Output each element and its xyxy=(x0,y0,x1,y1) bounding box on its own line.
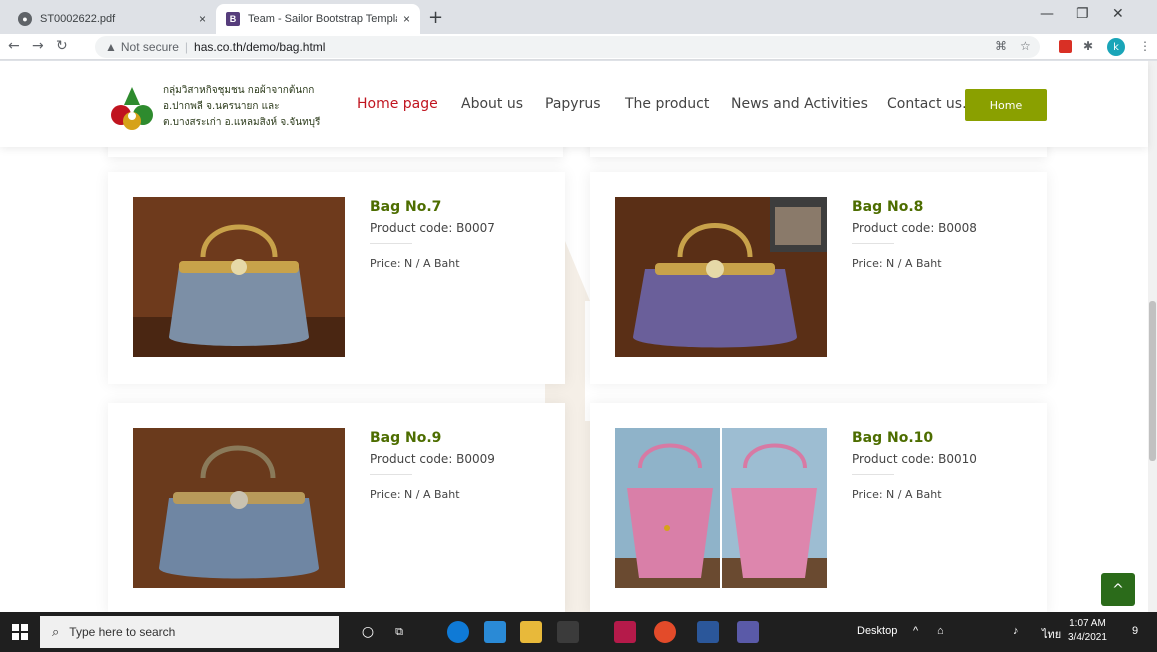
page-scrollbar[interactable] xyxy=(1148,61,1157,612)
taskbar-search-input[interactable]: ⌕ Type here to search xyxy=(40,616,339,648)
file-explorer-icon[interactable] xyxy=(520,621,542,643)
minimize-icon[interactable]: — xyxy=(1040,6,1054,22)
site-header: กลุ่มวิสาหกิจชุมชน กอผ้าจากต้นกก อ.ปากพล… xyxy=(0,61,1148,147)
forward-arrow-icon[interactable]: → xyxy=(32,38,44,54)
nav-the-product[interactable]: The product xyxy=(625,96,709,112)
clock-date: 3/4/2021 xyxy=(1068,632,1107,643)
tab-title: Team - Sailor Bootstrap Template xyxy=(248,13,397,25)
product-price: Price: N / A Baht xyxy=(852,257,942,270)
profile-avatar[interactable]: k xyxy=(1107,38,1125,56)
divider xyxy=(370,243,412,244)
brand-line-3: ต.บางสระเก่า อ.แหลมสิงห์ จ.จันทบุรี xyxy=(163,117,321,128)
brand-line-1: กลุ่มวิสาหกิจชุมชน กอผ้าจากต้นกก xyxy=(163,85,315,96)
desktop-toolbar-label[interactable]: Desktop xyxy=(857,625,897,637)
product-price: Price: N / A Baht xyxy=(370,488,460,501)
product-name[interactable]: Bag No.7 xyxy=(370,199,441,215)
browser-tab-strip: ● ST0002622.pdf × B Team - Sailor Bootst… xyxy=(0,0,1157,34)
notification-count[interactable]: 9 xyxy=(1132,625,1138,637)
product-photo-bag-9[interactable] xyxy=(133,428,345,588)
input-language-indicator[interactable]: ไทย xyxy=(1042,625,1061,643)
product-photo-bag-7[interactable] xyxy=(133,197,345,357)
nav-about-us[interactable]: About us xyxy=(461,96,523,112)
close-tab-icon[interactable]: × xyxy=(199,12,206,26)
scrollbar-thumb[interactable] xyxy=(1149,301,1156,461)
search-placeholder: Type here to search xyxy=(69,625,176,639)
bookmark-star-icon[interactable]: ☆ xyxy=(1020,39,1031,53)
app-icon[interactable] xyxy=(737,621,759,643)
windows-start-icon[interactable] xyxy=(12,624,28,640)
product-photo-bag-10[interactable] xyxy=(615,428,827,588)
nav-papyrus[interactable]: Papyrus xyxy=(545,96,601,112)
nav-home-page[interactable]: Home page xyxy=(357,96,438,112)
windows-taskbar: ⌕ Type here to search ○ ⧉ Desktop ^ ⌂ ♪ … xyxy=(0,612,1157,652)
close-window-icon[interactable]: ✕ xyxy=(1112,6,1124,22)
nav-contact-us[interactable]: Contact us. xyxy=(887,96,967,112)
browser-toolbar: ← → ↻ ▲ Not secure | has.co.th/demo/bag.… xyxy=(0,34,1157,60)
security-status: Not secure xyxy=(120,40,179,54)
translate-icon[interactable]: ⌘ xyxy=(995,39,1007,53)
task-view-icon[interactable]: ⧉ xyxy=(388,621,410,643)
address-bar[interactable]: ▲ Not secure | has.co.th/demo/bag.html xyxy=(95,36,1040,58)
taskbar-clock[interactable]: 1:07 AM 3/4/2021 xyxy=(1068,617,1107,645)
gift-app-icon[interactable] xyxy=(614,621,636,643)
divider xyxy=(852,243,894,244)
product-code: Product code: B0007 xyxy=(370,221,495,235)
product-price: Price: N / A Baht xyxy=(852,488,942,501)
cortana-icon[interactable]: ○ xyxy=(357,621,379,643)
reload-icon[interactable]: ↻ xyxy=(56,38,68,54)
nav-news-activities[interactable]: News and Activities xyxy=(731,96,868,112)
address-separator: | xyxy=(184,40,189,54)
product-price: Price: N / A Baht xyxy=(370,257,460,270)
tray-overflow-icon[interactable]: ^ xyxy=(913,625,918,637)
product-card: Bag No.9 Product code: B0009 Price: N / … xyxy=(108,403,565,612)
globe-icon: ● xyxy=(18,12,32,26)
group-logo-icon[interactable] xyxy=(107,85,157,133)
tab-pdf[interactable]: ● ST0002622.pdf × xyxy=(8,4,216,34)
chrome-icon[interactable] xyxy=(654,621,676,643)
extensions-puzzle-icon[interactable]: ✱ xyxy=(1083,39,1093,53)
search-icon: ⌕ xyxy=(52,624,60,639)
new-tab-button[interactable]: + xyxy=(428,7,443,28)
product-name[interactable]: Bag No.9 xyxy=(370,430,441,446)
product-code: Product code: B0010 xyxy=(852,452,977,466)
url-text[interactable]: has.co.th/demo/bag.html xyxy=(194,40,325,54)
mail-icon[interactable] xyxy=(484,621,506,643)
close-tab-icon[interactable]: × xyxy=(403,12,410,26)
divider xyxy=(370,474,412,475)
restore-icon[interactable]: ❐ xyxy=(1076,6,1089,22)
volume-icon[interactable]: ♪ xyxy=(1013,625,1019,637)
edge-browser-icon[interactable] xyxy=(447,621,469,643)
pdf-extension-icon[interactable] xyxy=(1059,40,1072,53)
menu-kebab-icon[interactable]: ⋮ xyxy=(1139,39,1151,53)
back-arrow-icon[interactable]: ← xyxy=(8,38,20,54)
store-icon[interactable] xyxy=(557,621,579,643)
page-viewport: กลุ่มวิสาหกิจชุมชน กอผ้าจากต้นกก อ.ปากพล… xyxy=(0,61,1157,612)
product-card: Bag No.7 Product code: B0007 Price: N / … xyxy=(108,172,565,384)
divider xyxy=(852,474,894,475)
tab-sailor-template[interactable]: B Team - Sailor Bootstrap Template × xyxy=(216,4,420,34)
home-button[interactable]: Home xyxy=(965,89,1047,121)
product-name[interactable]: Bag No.8 xyxy=(852,199,923,215)
bootstrap-icon: B xyxy=(226,12,240,26)
tab-title: ST0002622.pdf xyxy=(40,13,116,25)
network-icon[interactable]: ⌂ xyxy=(937,625,944,637)
product-photo-bag-8[interactable] xyxy=(615,197,827,357)
product-code: Product code: B0009 xyxy=(370,452,495,466)
product-name[interactable]: Bag No.10 xyxy=(852,430,933,446)
clock-time: 1:07 AM xyxy=(1069,618,1106,629)
product-code: Product code: B0008 xyxy=(852,221,977,235)
brand-line-2: อ.ปากพลี จ.นครนายก และ xyxy=(163,101,280,112)
back-to-top-button[interactable]: ^ xyxy=(1101,573,1135,606)
word-icon[interactable] xyxy=(697,621,719,643)
product-card: Bag No.8 Product code: B0008 Price: N / … xyxy=(590,172,1047,384)
warning-icon: ▲ xyxy=(105,40,117,54)
product-card: Bag No.10 Product code: B0010 Price: N /… xyxy=(590,403,1047,612)
